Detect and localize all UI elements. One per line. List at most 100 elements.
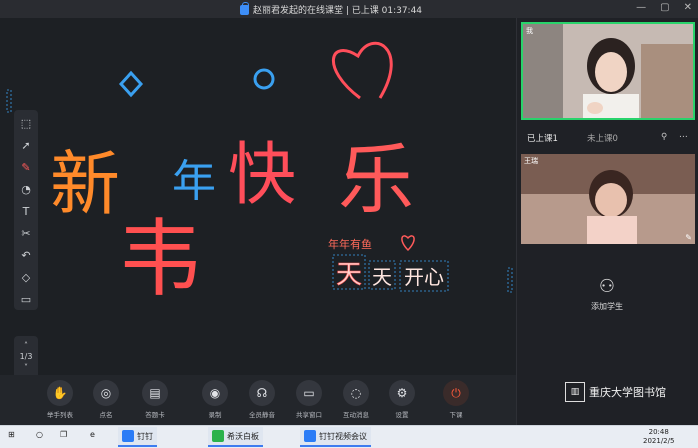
mute-all-button[interactable]: ☊ 全员静音 [237,380,287,419]
hand-char-2: 年 [172,156,216,207]
taskbar-app-label: 钉钉 [137,431,153,441]
add-student-button[interactable]: ⚇ 添加学生 [577,276,637,312]
tab-not-attended[interactable]: 未上课0 [587,132,618,144]
left-edge-handle[interactable] [6,89,12,113]
page-indicator[interactable]: ˄ 1/3 ˅ [14,336,38,380]
student-name: 王瑞 [524,157,538,165]
end-class-label: 下课 [449,411,463,419]
power-icon: ⏻ [443,380,469,406]
add-user-icon: ⚇ [598,276,616,297]
taskbar-app-meeting[interactable]: 钉钉视频会议 [300,427,371,447]
roll-call-button[interactable]: ◎ 点名 [81,380,131,419]
share-window-icon: ▭ [296,380,322,406]
share-window-label: 共享窗口 [296,411,322,419]
eraser-icon[interactable]: ◇ [17,268,35,286]
brand-text: 重庆大学图书馆 [589,386,666,399]
student-tabs: 已上课1 未上课0 ⚲ ⋯ [527,132,693,146]
diamond-shape [118,70,144,98]
record-button[interactable]: ◉ 录制 [190,380,240,419]
record-label: 录制 [208,411,222,419]
select-icon[interactable]: ⬚ [17,114,35,132]
taskbar-app-label: 钉钉视频会议 [319,431,367,441]
brand-watermark: ▥ 重庆大学图书馆 [565,382,666,402]
delete-icon[interactable]: ▭ [17,290,35,308]
bottom-toolbar: ✋ 举手列表 ◎ 点名 ▤ 答题卡 ◉ 录制 ☊ 全员静音 ▭ 共享窗口 ◌ 互… [0,375,516,425]
tab-attended[interactable]: 已上课1 [527,134,558,144]
shape-icon[interactable]: ◔ [17,180,35,198]
page-up-icon[interactable]: ˄ [14,340,38,351]
sticker-char-2: 天 [372,265,392,289]
hand-char-4: 乐 [338,135,414,224]
mute-all-label: 全员静音 [249,411,275,419]
search-icon[interactable]: ○ [36,430,43,439]
end-class-button[interactable]: ⏻ 下课 [431,380,481,419]
sticker-char-1: 天 [336,260,362,290]
roll-call-label: 点名 [99,411,113,419]
meeting-icon [304,430,316,442]
taskbar-app-seewo[interactable]: 希沃白板 [208,427,263,447]
interaction-label: 互动消息 [343,411,369,419]
page-number: 1/3 [19,352,33,361]
student-video-image [521,154,695,244]
clock-time: 20:48 [648,428,669,436]
circle-shape [253,68,275,90]
taskbar-app-dingtalk[interactable]: 钉钉 [118,427,157,447]
dingtalk-icon [122,430,134,442]
sticker-char-3: 开心 [404,265,444,289]
heart-drawing [331,41,393,100]
search-icon[interactable]: ⚲ [661,132,667,142]
app-window: 赵丽君发起的在线课堂 | 已上课 01:37:44 — ▢ ✕ 新 年 快 乐 … [0,0,698,425]
edit-icon[interactable]: ✎ [685,233,692,242]
scissors-icon[interactable]: ✂ [17,224,35,242]
edge-icon[interactable]: e [90,430,95,439]
settings-label: 设置 [395,411,409,419]
page-down-icon[interactable]: ˅ [14,362,38,373]
hand-char-5: 韦 [118,210,202,308]
start-icon[interactable]: ⊞ [8,430,15,439]
task-view-icon[interactable]: ❐ [60,430,67,439]
maximize-button[interactable]: ▢ [660,2,669,13]
clock-date: 2021/2/5 [643,437,675,445]
hand-char-3: 快 [228,136,296,215]
undo-icon[interactable]: ↶ [17,246,35,264]
small-heart-icon [401,235,415,252]
interaction-icon: ◌ [343,380,369,406]
student-video[interactable]: 王瑞 ✎ [521,154,695,244]
windows-taskbar: ⊞ ○ ❐ e 钉钉 希沃白板 钉钉视频会议 20:48 2021/2/5 [0,425,698,448]
settings-button[interactable]: ⚙ 设置 [377,380,427,419]
roll-call-icon: ◎ [93,380,119,406]
pen-icon[interactable]: ✎ [17,158,35,176]
lock-icon [240,1,249,15]
whiteboard[interactable]: 新 年 快 乐 韦 年年有鱼 天 天 开心 ⬚ ➚ ✎ ◔ T ✂ ↶ ◇ ▭ … [0,18,516,380]
pointer-icon[interactable]: ➚ [17,136,35,154]
settings-icon: ⚙ [389,380,415,406]
right-panel: 我 已上课1 未上课0 ⚲ ⋯ 王瑞 ✎ ⚇ 添加学生 ▥ 重庆大学图书馆 [516,18,698,425]
close-button[interactable]: ✕ [684,2,692,13]
whiteboard-canvas[interactable]: 新 年 快 乐 韦 年年有鱼 天 天 开心 [0,18,516,375]
toolbox: ⬚ ➚ ✎ ◔ T ✂ ↶ ◇ ▭ [14,110,38,310]
add-student-label: 添加学生 [591,302,623,311]
self-video[interactable]: 我 [521,22,695,120]
seewo-icon [212,430,224,442]
answer-card-icon: ▤ [142,380,168,406]
record-icon: ◉ [202,380,228,406]
teacher-video-image [523,24,693,118]
mute-all-icon: ☊ [249,380,275,406]
hand-char-1: 新 [50,143,120,225]
window-controls: — ▢ ✕ [636,2,692,13]
more-icon[interactable]: ⋯ [679,132,688,142]
window-title: 赵丽君发起的在线课堂 | 已上课 01:37:44 [253,6,423,16]
share-window-button[interactable]: ▭ 共享窗口 [284,380,334,419]
interaction-button[interactable]: ◌ 互动消息 [331,380,381,419]
system-clock[interactable]: 20:48 2021/2/5 [643,428,674,446]
right-edge-handle[interactable] [507,267,513,293]
text-icon[interactable]: T [17,202,35,220]
hand-raise-list-button[interactable]: ✋ 举手列表 [35,380,85,419]
answer-card-label: 答题卡 [145,411,165,419]
title-center: 赵丽君发起的在线课堂 | 已上课 01:37:44 [240,1,423,16]
answer-card-button[interactable]: ▤ 答题卡 [130,380,180,419]
minimize-button[interactable]: — [636,2,646,13]
self-label: 我 [526,27,533,35]
taskbar-app-label: 希沃白板 [227,431,259,441]
sticker-small-text: 年年有鱼 [328,237,372,251]
